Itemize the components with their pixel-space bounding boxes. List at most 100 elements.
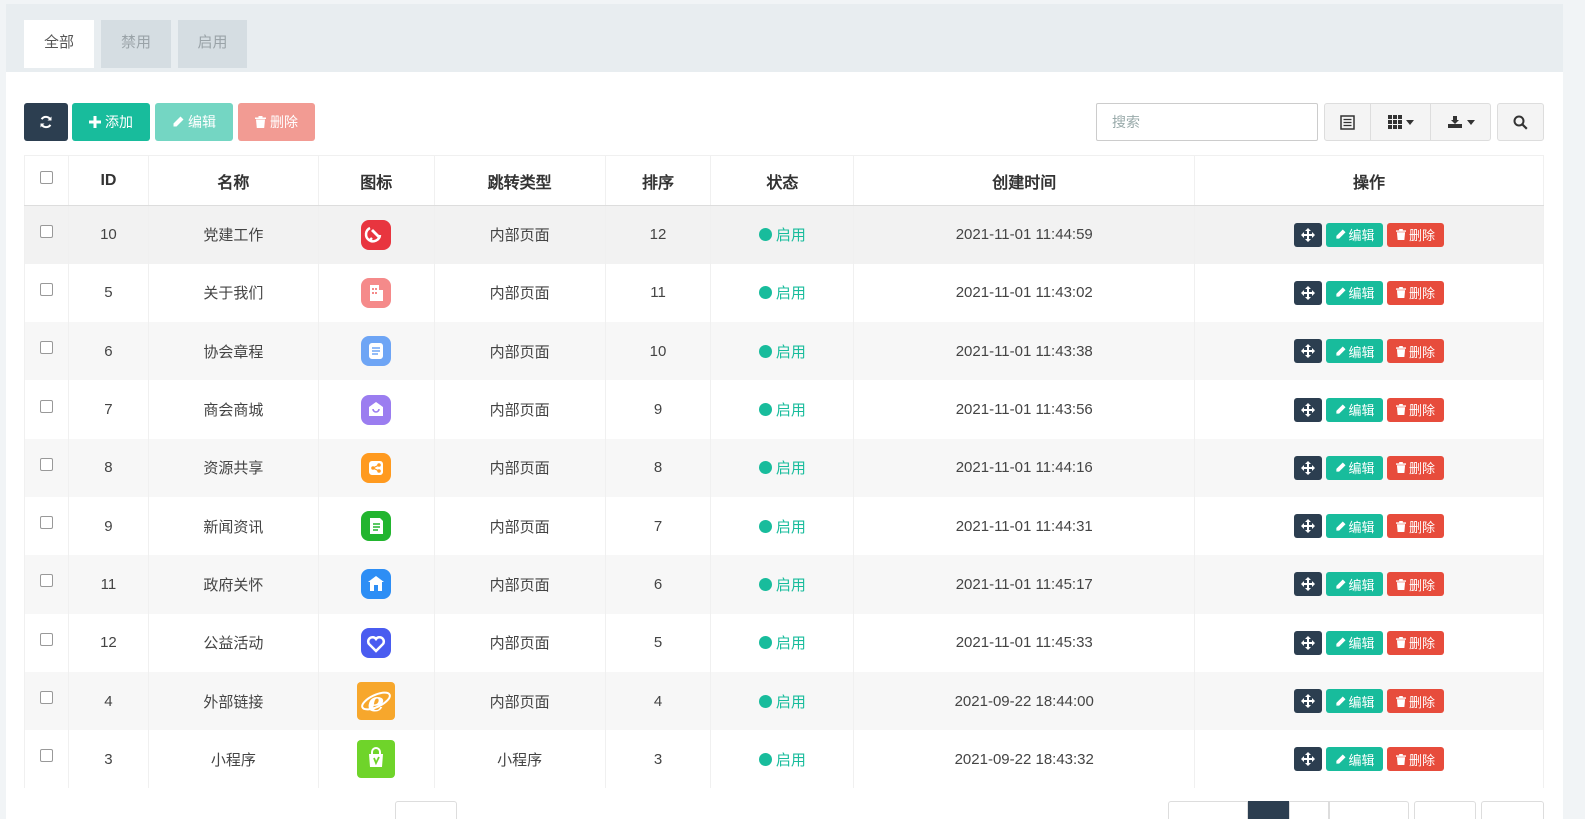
table-row[interactable]: 10 党建工作 内部页面 12 启用 2021-11-01 11:44:59 编… (24, 205, 1544, 264)
cell-created: 2021-09-22 18:44:00 (853, 671, 1196, 731)
row-checkbox[interactable] (39, 282, 53, 296)
move-icon (1301, 577, 1316, 592)
table-row[interactable]: 8 资源共享 内部页面 8 启用 2021-11-01 11:44:16 编辑 (24, 438, 1544, 497)
row-checkbox[interactable] (39, 224, 53, 238)
row-edit-button[interactable]: 编辑 (1326, 222, 1384, 247)
drag-sort-button[interactable] (1294, 222, 1323, 247)
status-badge[interactable]: 启用 (758, 632, 806, 653)
table-row[interactable]: 11 政府关怀 内部页面 6 启用 2021-11-01 11:45:17 编辑 (24, 555, 1544, 614)
trash-icon (1396, 695, 1407, 707)
row-edit-button[interactable]: 编辑 (1326, 339, 1384, 364)
column-header-icon[interactable]: 图标 (317, 155, 435, 206)
column-header-id[interactable]: ID (67, 155, 149, 206)
cell-id: 11 (67, 555, 149, 614)
row-edit-button[interactable]: 编辑 (1326, 397, 1384, 422)
row-edit-button[interactable]: 编辑 (1326, 455, 1384, 480)
refresh-button[interactable] (24, 103, 68, 141)
table-row[interactable]: 9 新闻资讯 内部页面 7 启用 2021-11-01 11:44:31 编辑 (24, 496, 1544, 556)
status-badge[interactable]: 启用 (758, 457, 806, 478)
row-delete-button[interactable]: 删除 (1387, 339, 1445, 364)
pagination-page[interactable] (1289, 801, 1329, 819)
drag-sort-button[interactable] (1294, 397, 1323, 422)
status-badge[interactable]: 启用 (758, 341, 806, 362)
status-badge[interactable]: 启用 (758, 399, 806, 420)
row-delete-button[interactable]: 删除 (1387, 572, 1445, 597)
advanced-search-button[interactable] (1497, 103, 1544, 141)
row-edit-button[interactable]: 编辑 (1326, 280, 1384, 305)
table-row[interactable]: 4 外部链接 e 内部页面 4 启用 2021-09-22 18:44:00 编… (24, 671, 1544, 731)
column-header-created[interactable]: 创建时间 (853, 155, 1196, 206)
select-all-checkbox[interactable] (39, 170, 53, 184)
row-edit-button[interactable]: 编辑 (1326, 514, 1384, 539)
status-badge[interactable]: 启用 (758, 224, 806, 245)
row-edit-button[interactable]: 编辑 (1326, 747, 1384, 772)
tab-disabled[interactable]: 禁用 (101, 20, 171, 68)
pencil-icon (1335, 346, 1346, 356)
table-row[interactable]: 5 关于我们 内部页面 11 启用 2021-11-01 11:43:02 编辑 (24, 263, 1544, 323)
row-delete-button[interactable]: 删除 (1387, 397, 1445, 422)
tab-enabled[interactable]: 启用 (178, 20, 247, 68)
row-edit-button[interactable]: 编辑 (1326, 689, 1384, 714)
row-checkbox[interactable] (39, 399, 53, 413)
edit-button[interactable]: 编辑 (155, 103, 233, 141)
tab-all[interactable]: 全部 (24, 20, 94, 68)
cell-actions: 编辑 删除 (1194, 438, 1544, 497)
row-delete-label: 删除 (1409, 519, 1436, 535)
table-row[interactable]: 3 小程序 小程序 3 启用 2021-09-22 18:43:32 编辑 删除 (24, 730, 1544, 789)
export-dropdown-button[interactable] (1430, 103, 1491, 141)
pagination-jump-input[interactable] (1414, 801, 1476, 819)
column-header-jump-type[interactable]: 跳转类型 (433, 155, 606, 206)
drag-sort-button[interactable] (1294, 689, 1323, 714)
row-checkbox[interactable] (39, 691, 53, 705)
cell-icon (317, 613, 435, 672)
status-badge[interactable]: 启用 (758, 574, 806, 595)
delete-button[interactable]: 删除 (238, 103, 315, 141)
row-edit-button[interactable]: 编辑 (1326, 630, 1384, 655)
cell-sort: 6 (604, 555, 712, 614)
column-header-sort[interactable]: 排序 (604, 155, 712, 206)
row-delete-button[interactable]: 删除 (1387, 689, 1445, 714)
row-checkbox[interactable] (39, 516, 53, 530)
table-row[interactable]: 6 协会章程 内部页面 10 启用 2021-11-01 11:43:38 编辑 (24, 322, 1544, 381)
drag-sort-button[interactable] (1294, 339, 1323, 364)
drag-sort-button[interactable] (1294, 455, 1323, 480)
drag-sort-button[interactable] (1294, 514, 1323, 539)
row-checkbox[interactable] (39, 632, 53, 646)
row-checkbox[interactable] (39, 341, 53, 355)
row-checkbox[interactable] (39, 574, 53, 588)
row-checkbox[interactable] (39, 457, 53, 471)
toggle-view-button[interactable] (1324, 103, 1371, 141)
row-select-cell (24, 496, 69, 556)
column-header-status[interactable]: 状态 (710, 155, 855, 206)
ie-browser-icon: e (357, 682, 396, 721)
search-input[interactable] (1096, 103, 1318, 141)
pagination-prev[interactable] (1168, 801, 1248, 819)
table-row[interactable]: 7 商会商城 内部页面 9 启用 2021-11-01 11:43:56 编辑 (24, 380, 1544, 439)
column-header-name[interactable]: 名称 (147, 155, 319, 206)
cell-id: 4 (67, 671, 149, 731)
row-delete-button[interactable]: 删除 (1387, 280, 1445, 305)
row-delete-button[interactable]: 删除 (1387, 514, 1445, 539)
pagination-next[interactable] (1329, 801, 1409, 819)
row-checkbox[interactable] (39, 749, 53, 763)
drag-sort-button[interactable] (1294, 572, 1323, 597)
status-badge[interactable]: 启用 (758, 691, 806, 712)
row-delete-button[interactable]: 删除 (1387, 630, 1445, 655)
row-edit-button[interactable]: 编辑 (1326, 572, 1384, 597)
drag-sort-button[interactable] (1294, 747, 1323, 772)
row-delete-button[interactable]: 删除 (1387, 222, 1445, 247)
row-delete-button[interactable]: 删除 (1387, 747, 1445, 772)
table-row[interactable]: 12 公益活动 内部页面 5 启用 2021-11-01 11:45:33 编辑 (24, 613, 1544, 672)
status-badge[interactable]: 启用 (758, 516, 806, 537)
pagination-jump-button[interactable] (1481, 801, 1544, 819)
pagination-current[interactable] (1248, 801, 1289, 819)
columns-dropdown-button[interactable] (1370, 103, 1431, 141)
status-badge[interactable]: 启用 (758, 282, 806, 303)
row-delete-button[interactable]: 删除 (1387, 455, 1445, 480)
page-size-select[interactable] (395, 801, 457, 819)
drag-sort-button[interactable] (1294, 280, 1323, 305)
drag-sort-button[interactable] (1294, 630, 1323, 655)
status-dot-icon (758, 228, 772, 242)
status-badge[interactable]: 启用 (758, 749, 806, 770)
add-button[interactable]: 添加 (72, 103, 150, 141)
